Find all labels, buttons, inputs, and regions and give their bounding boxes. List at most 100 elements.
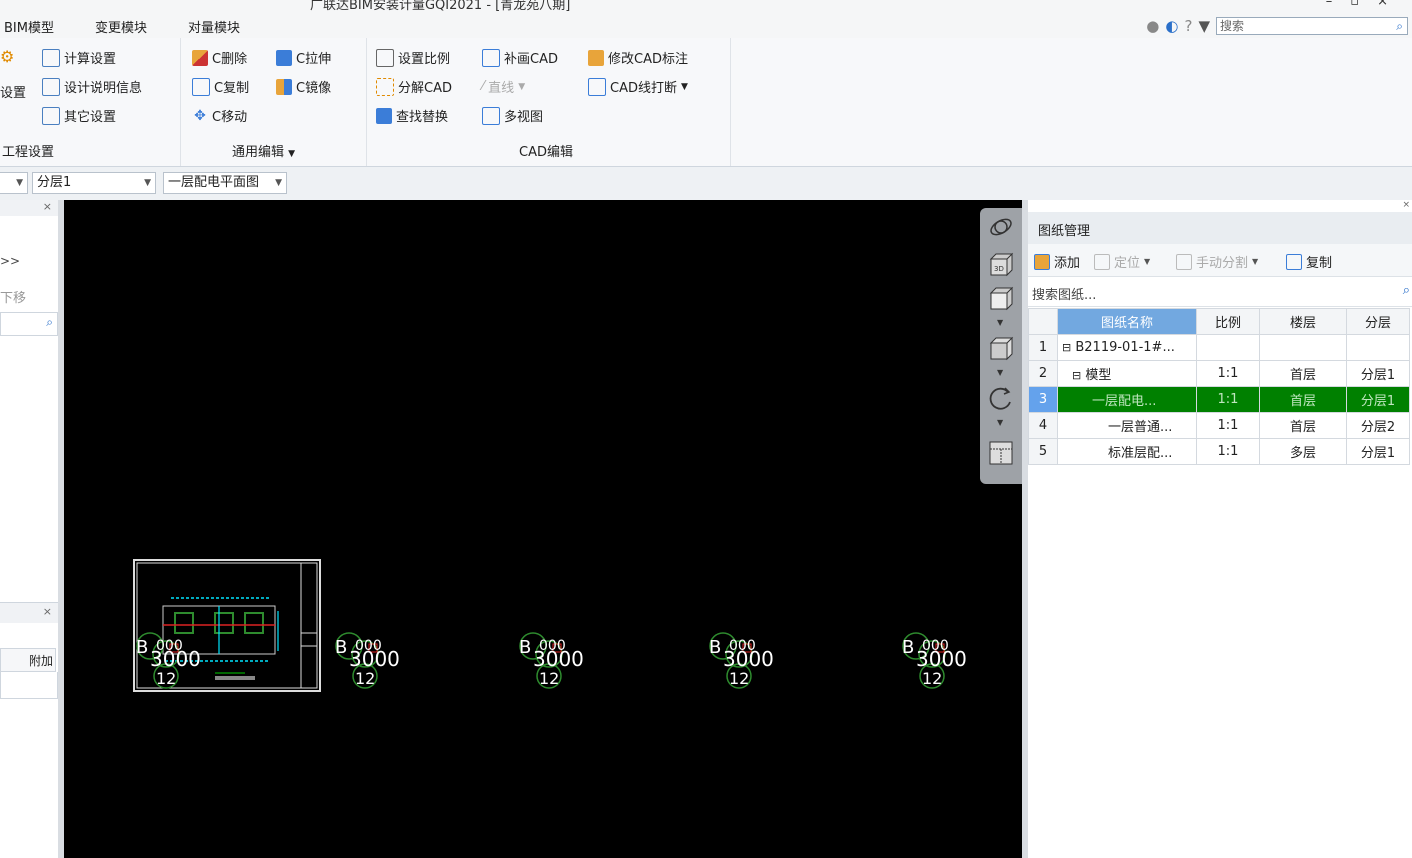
explode-cad-button[interactable]: 分解CAD — [376, 77, 452, 96]
locate-drawing-button[interactable]: 定位 ▼ — [1094, 252, 1150, 271]
grid-view-icon[interactable] — [986, 438, 1016, 468]
c-move-button[interactable]: ✥ C移动 — [192, 106, 247, 126]
service-icon[interactable]: ◐ — [1165, 17, 1178, 35]
collapse-icon[interactable]: ⊟ — [1062, 341, 1071, 354]
left-search-input[interactable]: ⌕ — [0, 312, 58, 336]
left-table-cell[interactable] — [0, 672, 58, 699]
ribbon-group-project-settings: ⚙ 设置 计算设置 设计说明信息 其它设置 工程设置 — [0, 38, 181, 166]
search-icon[interactable]: ⌕ — [1396, 18, 1403, 34]
global-search-input[interactable]: 搜索 ⌕ — [1216, 17, 1408, 35]
other-settings-icon — [42, 106, 60, 125]
restore-icon[interactable]: ▫ — [1350, 0, 1377, 9]
rotate-icon[interactable] — [986, 384, 1016, 414]
cad-canvas[interactable]: B 000 3000 12 B 000 3000 12 B 000 3000 12 B 000 300… — [64, 200, 1022, 858]
axis-label: 3000 — [723, 647, 774, 671]
window-controls[interactable]: –▫× — [1326, 0, 1406, 9]
multi-view-button[interactable]: 多视图 — [482, 106, 543, 125]
column-header-extra: 附加 — [0, 648, 56, 672]
axis-marker[interactable]: B 000 3000 12 — [705, 620, 777, 694]
manual-split-button[interactable]: 手动分割 ▼ — [1176, 252, 1258, 271]
user-icon[interactable]: ● — [1146, 17, 1159, 35]
search-icon[interactable]: ⌕ — [1403, 283, 1410, 298]
design-notes-button[interactable]: 设计说明信息 — [42, 77, 142, 96]
close-icon[interactable]: × — [1402, 200, 1410, 210]
menu-compare-module[interactable]: 对量模块 — [188, 17, 240, 36]
stretch-icon — [276, 49, 292, 66]
axis-marker[interactable]: B 000 3000 12 — [898, 620, 970, 694]
menu-bim-model[interactable]: BIM模型 — [4, 17, 54, 36]
svg-text:3D: 3D — [994, 265, 1004, 273]
add-drawing-button[interactable]: 添加 — [1034, 252, 1080, 271]
axis-marker[interactable]: B 000 3000 12 — [331, 620, 403, 694]
drawing-select[interactable]: 一层配电平面图 ▼ — [163, 172, 287, 194]
c-copy-button[interactable]: C复制 — [192, 77, 249, 96]
table-row[interactable]: 5 标准层配... 1:1 多层 分层1 — [1028, 438, 1410, 465]
locate-icon — [1094, 253, 1110, 270]
column-header-floor[interactable]: 楼层 — [1259, 308, 1347, 335]
cad-line-break-button[interactable]: CAD线打断 ▼ — [588, 77, 688, 96]
find-replace-button[interactable]: 查找替换 — [376, 106, 448, 125]
axis-marker-graphic: B 000300012 — [709, 632, 774, 689]
search-icon[interactable]: ⌕ — [46, 315, 53, 330]
settings-icon: ⚙ — [0, 47, 15, 66]
shirt-icon[interactable]: ▼ — [1198, 17, 1210, 35]
column-header-index — [1028, 308, 1058, 335]
modify-cad-dim-button[interactable]: 修改CAD标注 — [588, 48, 688, 67]
axis-marker[interactable]: B 000 3000 12 — [515, 620, 587, 694]
chevron-down-icon[interactable]: ▼ — [997, 318, 1003, 327]
axis-label: B — [136, 637, 148, 658]
calc-settings-icon — [42, 48, 60, 67]
table-row-selected[interactable]: 3 一层配电... 1:1 首层 分层1 — [1028, 386, 1410, 413]
top-right-tools: ● ◐ ? ▼ 搜索 ⌕ — [1146, 15, 1408, 37]
collapse-icon[interactable]: ⊟ — [1072, 369, 1081, 382]
minimize-icon[interactable]: – — [1326, 0, 1351, 9]
chevron-down-icon: ▼ — [288, 149, 296, 159]
axis-marker[interactable]: B 000 3000 12 — [132, 620, 204, 694]
column-header-scale[interactable]: 比例 — [1196, 308, 1260, 335]
ribbon-group-label[interactable]: 通用编辑 ▼ — [232, 141, 295, 160]
chevron-down-icon[interactable]: ▼ — [997, 418, 1003, 427]
column-header-name[interactable]: 图纸名称 — [1057, 308, 1197, 335]
c-delete-button[interactable]: C删除 — [192, 48, 247, 67]
sublayer-select[interactable]: 分层1 ▼ — [32, 172, 156, 194]
left-panel: × >> 下移 ⌕ × 附加 — [0, 200, 59, 858]
view-box-icon[interactable] — [986, 334, 1016, 364]
orbit-icon[interactable] — [986, 212, 1016, 242]
line-button[interactable]: ⁄ 直线 ▼ — [482, 77, 525, 96]
close-icon[interactable]: × — [43, 200, 52, 213]
axis-label: 3000 — [533, 647, 584, 671]
close-icon[interactable]: × — [43, 605, 52, 618]
c-mirror-button[interactable]: C镜像 — [276, 77, 331, 96]
axis-label: B — [709, 637, 721, 658]
left-panel-lower-header: × — [0, 602, 58, 623]
add-cad-button[interactable]: 补画CAD — [482, 48, 558, 67]
view-top-icon[interactable] — [986, 284, 1016, 314]
mirror-icon — [276, 78, 292, 95]
table-row[interactable]: 1 ⊟ B2119-01-1#... — [1028, 334, 1410, 361]
copy-icon — [192, 77, 210, 96]
settings-big-button[interactable]: ⚙ 设置 — [0, 47, 27, 102]
view-3d-icon[interactable]: 3D — [986, 250, 1016, 280]
drawing-search-input[interactable]: 搜索图纸... ⌕ — [1028, 278, 1412, 307]
calc-settings-button[interactable]: 计算设置 — [42, 48, 116, 67]
table-row[interactable]: 2 ⊟ 模型 1:1 首层 分层1 — [1028, 360, 1410, 387]
other-settings-button[interactable]: 其它设置 — [42, 106, 116, 125]
c-stretch-button[interactable]: C拉伸 — [276, 48, 331, 67]
move-down-button[interactable]: 下移 — [0, 287, 26, 306]
expand-button[interactable]: >> — [0, 254, 20, 268]
menu-change-module[interactable]: 变更模块 — [95, 17, 147, 36]
drawing-manager-header: 图纸管理 — [1028, 212, 1412, 244]
column-header-layer[interactable]: 分层 — [1346, 308, 1410, 335]
help-icon[interactable]: ? — [1184, 17, 1192, 35]
close-icon[interactable]: × — [1377, 0, 1406, 9]
drawing-search-placeholder: 搜索图纸... — [1032, 288, 1097, 303]
copy-drawing-button[interactable]: 复制 — [1286, 252, 1332, 271]
chevron-down-icon: ▼ — [275, 178, 282, 188]
drawing-manager-panel: × 图纸管理 添加 定位 ▼ 手动分割 ▼ 复制 搜索图纸... ⌕ 图纸名称 比例… — [1028, 200, 1412, 858]
table-row[interactable]: 4 一层普通... 1:1 首层 分层2 — [1028, 412, 1410, 439]
chevron-down-icon[interactable]: ▼ — [997, 368, 1003, 377]
settings-big-label: 设置 — [0, 86, 27, 101]
copy-icon — [1286, 253, 1302, 270]
floor-select[interactable]: ▼ — [0, 172, 28, 194]
set-scale-button[interactable]: 设置比例 — [376, 48, 450, 67]
